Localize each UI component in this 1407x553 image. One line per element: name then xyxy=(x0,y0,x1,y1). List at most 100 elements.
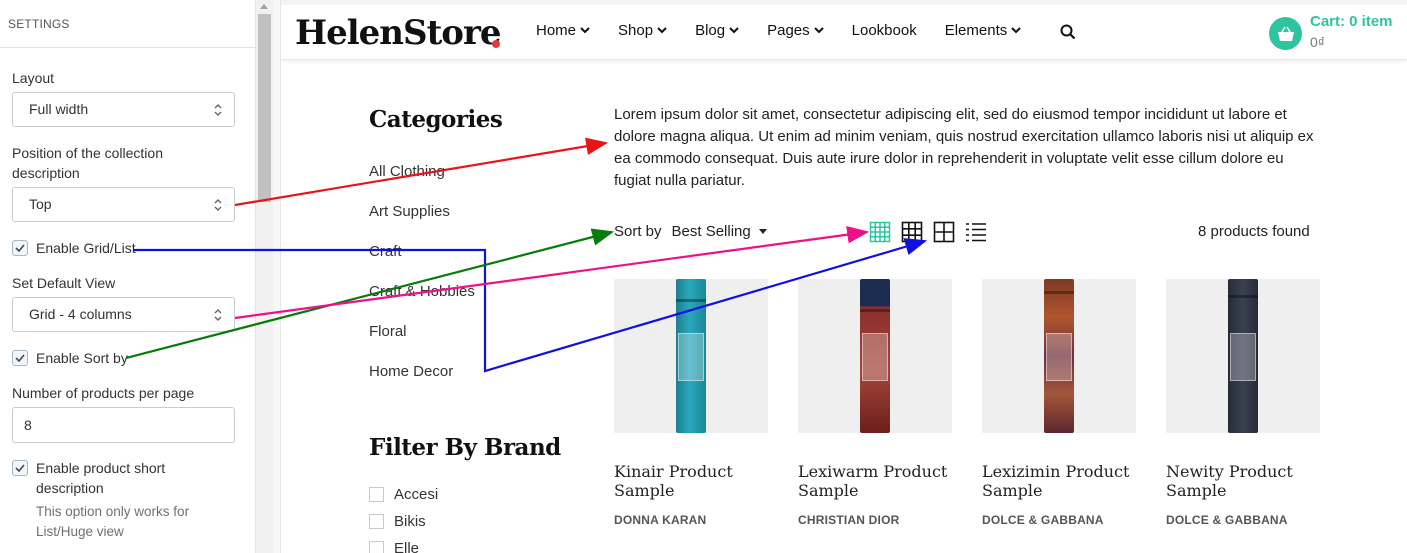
mat-band xyxy=(860,309,890,312)
main-nav: Home Shop Blog Pages Lookbook Elements xyxy=(536,22,1049,39)
position-label: Position of the collection description xyxy=(12,145,163,181)
category-link[interactable]: All Clothing xyxy=(369,163,445,180)
enable-sort-by-checkbox[interactable]: Enable Sort by xyxy=(12,348,128,368)
position-select[interactable]: Top xyxy=(12,187,235,222)
settings-panel: SETTINGS Layout Full width Position of t… xyxy=(0,0,256,553)
mat-band xyxy=(1044,291,1074,294)
select-arrows-icon xyxy=(214,309,222,321)
brand-checkbox[interactable] xyxy=(369,541,384,553)
short-description-note: This option only works for List/Huge vie… xyxy=(36,504,190,539)
cart-basket-icon[interactable] xyxy=(1269,17,1302,50)
settings-heading: SETTINGS xyxy=(0,0,255,48)
category-link[interactable]: Floral xyxy=(369,323,407,340)
product-image[interactable] xyxy=(798,279,952,433)
brand-checkbox[interactable] xyxy=(369,487,384,502)
search-icon[interactable] xyxy=(1060,24,1076,40)
category-link[interactable]: Craft xyxy=(369,243,402,260)
nav-item-lookbook[interactable]: Lookbook xyxy=(852,22,917,39)
enable-grid-list-checkbox[interactable]: Enable Grid/List xyxy=(12,238,136,258)
nav-item-label: Elements xyxy=(944,22,1008,39)
brand-filter-item[interactable]: Accesi xyxy=(369,486,438,503)
enable-sort-by-label: Enable Sort by xyxy=(36,350,128,366)
sort-by-label: Sort by xyxy=(614,223,662,240)
chevron-down-icon xyxy=(657,27,667,34)
grid-4-columns-icon[interactable] xyxy=(869,221,891,243)
grid-3-columns-icon[interactable] xyxy=(901,221,923,243)
layout-select[interactable]: Full width xyxy=(12,92,235,127)
checkmark-icon[interactable] xyxy=(12,240,28,256)
sort-by-value: Best Selling xyxy=(671,223,751,240)
brand-filter-item[interactable]: Elle xyxy=(369,540,419,553)
brand-label: Bikis xyxy=(394,513,426,530)
mat-band xyxy=(676,299,706,302)
product-card[interactable]: Lexiwarm Product Sample CHRISTIAN DIOR xyxy=(798,279,952,527)
list-view-icon[interactable] xyxy=(965,221,987,243)
nav-item-label: Home xyxy=(536,22,577,39)
product-name[interactable]: Lexizimin Product Sample xyxy=(982,462,1136,500)
product-card[interactable]: Lexizimin Product Sample DOLCE & GABBANA xyxy=(982,279,1136,527)
brand-filter-title: Filter By Brand xyxy=(369,434,561,461)
collection-description: Lorem ipsum dolor sit amet, consectetur … xyxy=(614,106,1314,189)
mat-band xyxy=(1228,295,1258,298)
category-link[interactable]: Craft & Hobbies xyxy=(369,283,475,300)
product-name[interactable]: Newity Product Sample xyxy=(1166,462,1320,500)
nav-item-blog[interactable]: Blog xyxy=(695,22,739,39)
caret-down-icon xyxy=(758,229,767,234)
position-select-value: Top xyxy=(29,196,52,212)
store-logo[interactable]: HelenStore xyxy=(295,13,502,53)
default-view-select[interactable]: Grid - 4 columns xyxy=(12,297,235,332)
nav-item-home[interactable]: Home xyxy=(536,22,590,39)
product-image[interactable] xyxy=(614,279,768,433)
default-view-select-value: Grid - 4 columns xyxy=(29,306,132,322)
sort-by-select[interactable]: Best Selling xyxy=(672,223,767,240)
select-arrows-icon xyxy=(214,199,222,211)
settings-scrollbar[interactable] xyxy=(256,0,273,553)
product-image[interactable] xyxy=(982,279,1136,433)
select-arrows-icon xyxy=(214,104,222,116)
chevron-down-icon xyxy=(580,27,590,34)
nav-item-pages[interactable]: Pages xyxy=(767,22,824,39)
brand-filter-item[interactable]: Bikis xyxy=(369,513,426,530)
enable-short-description-label: Enable product short description xyxy=(36,460,166,496)
product-brand: DOLCE & GABBANA xyxy=(1166,513,1288,527)
checkmark-icon[interactable] xyxy=(12,350,28,366)
category-link[interactable]: Art Supplies xyxy=(369,203,450,220)
default-view-label: Set Default View xyxy=(12,275,116,291)
product-card[interactable]: Newity Product Sample DOLCE & GABBANA xyxy=(1166,279,1320,527)
scrollbar-thumb[interactable] xyxy=(258,14,271,202)
logo-dot xyxy=(492,40,500,48)
checkmark-icon[interactable] xyxy=(12,460,28,476)
mat-label xyxy=(862,333,888,381)
categories-title: Categories xyxy=(369,106,503,133)
category-link[interactable]: Home Decor xyxy=(369,363,453,380)
layout-label: Layout xyxy=(12,70,55,86)
product-card[interactable]: Kinair Product Sample DONNA KARAN xyxy=(614,279,768,527)
cart-label[interactable]: Cart: 0 item xyxy=(1310,13,1393,30)
nav-item-label: Lookbook xyxy=(851,22,917,39)
products-per-page-input[interactable]: 8 xyxy=(12,407,235,443)
nav-item-label: Pages xyxy=(767,22,810,39)
grid-2-columns-icon[interactable] xyxy=(933,221,955,243)
cart-total: 0₫ xyxy=(1310,34,1325,50)
chevron-down-icon xyxy=(813,27,824,34)
product-image[interactable] xyxy=(1166,279,1320,433)
brand-checkbox[interactable] xyxy=(369,514,384,529)
product-brand: CHRISTIAN DIOR xyxy=(798,513,900,527)
nav-item-label: Shop xyxy=(618,22,654,39)
layout-select-value: Full width xyxy=(29,101,89,117)
nav-item-elements[interactable]: Elements xyxy=(945,22,1022,39)
mat-label xyxy=(678,333,704,381)
product-name[interactable]: Lexiwarm Product Sample xyxy=(798,462,952,500)
chevron-down-icon xyxy=(1011,27,1021,34)
brand-label: Elle xyxy=(394,540,420,553)
product-name[interactable]: Kinair Product Sample xyxy=(614,462,768,500)
product-brand: DONNA KARAN xyxy=(614,513,707,527)
nav-item-shop[interactable]: Shop xyxy=(618,22,667,39)
products-per-page-label: Number of products per page xyxy=(12,385,195,401)
panel-divider xyxy=(273,0,281,553)
chevron-down-icon xyxy=(729,27,739,34)
scroll-up-icon[interactable] xyxy=(260,4,268,9)
brand-label: Accesi xyxy=(394,486,439,503)
enable-short-description-checkbox[interactable]: Enable product short description xyxy=(12,458,212,498)
sort-by-control[interactable]: Sort by Best Selling xyxy=(614,223,767,240)
